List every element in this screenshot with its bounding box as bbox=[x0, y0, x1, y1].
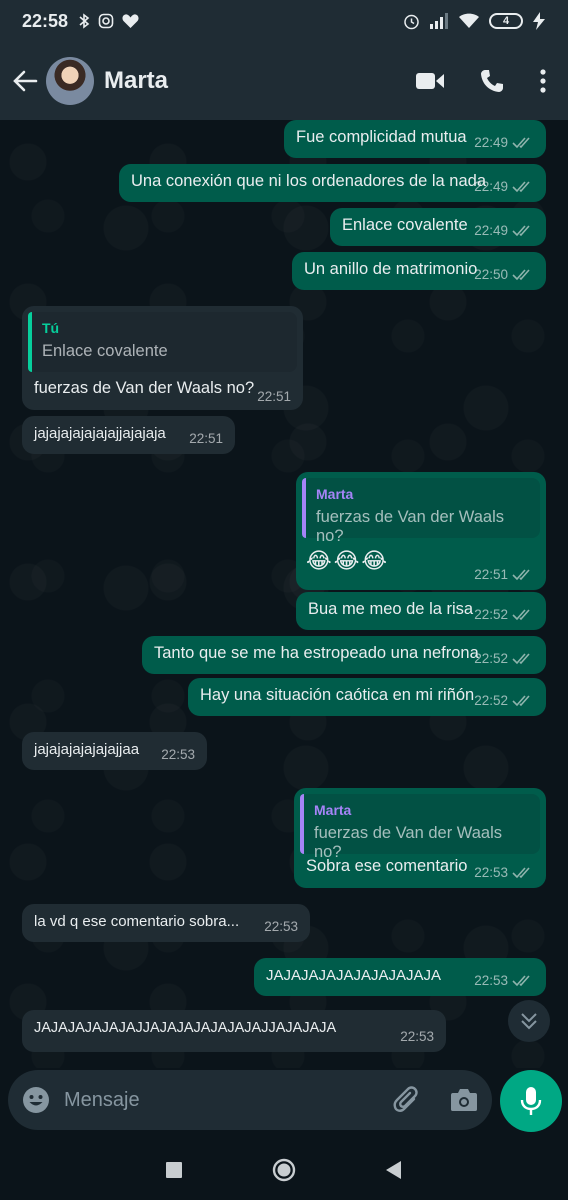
message-composer[interactable]: Mensaje bbox=[8, 1070, 492, 1130]
alarm-icon bbox=[404, 14, 419, 29]
charging-icon bbox=[533, 12, 545, 30]
quote-author: Marta bbox=[316, 486, 354, 502]
message-emoji: 😂😂😂 bbox=[306, 548, 390, 573]
read-ticks-icon bbox=[512, 608, 530, 620]
bluetooth-icon bbox=[79, 13, 90, 29]
message-bubble-incoming[interactable]: JAJAJAJAJAJAJJAJAJAJAJAJAJAJJAJAJAJA 22:… bbox=[22, 1010, 446, 1052]
message-text: jajajajajajajajjaa bbox=[34, 741, 140, 758]
message-time: 22:49 bbox=[474, 135, 508, 150]
quote-author: Tú bbox=[42, 320, 60, 336]
system-navigation-bar bbox=[0, 1140, 568, 1200]
message-bubble-outgoing[interactable]: Hay una situación caótica en mi riñón 22… bbox=[188, 678, 546, 716]
message-bubble-incoming[interactable]: jajajajajajajajjajajaja 22:51 bbox=[22, 416, 235, 454]
read-ticks-icon bbox=[512, 974, 530, 986]
quote-text: Enlace covalente bbox=[42, 342, 168, 360]
read-ticks-icon bbox=[512, 268, 530, 280]
message-text: Un anillo de matrimonio bbox=[304, 260, 478, 278]
message-bubble-outgoing[interactable]: Marta fuerzas de Van der Waals no? Sobra… bbox=[294, 788, 546, 888]
more-options-icon[interactable] bbox=[540, 69, 546, 93]
attach-icon[interactable] bbox=[392, 1085, 420, 1115]
message-bubble-incoming[interactable]: Tú Enlace covalente fuerzas de Van der W… bbox=[22, 306, 303, 410]
message-time: 22:49 bbox=[474, 223, 508, 238]
message-bubble-outgoing[interactable]: Enlace covalente 22:49 bbox=[330, 208, 546, 246]
message-bubble-outgoing[interactable]: Un anillo de matrimonio 22:50 bbox=[292, 252, 546, 290]
message-text: JAJAJAJAJAJAJAJAJAJA bbox=[266, 967, 442, 984]
message-bubble-incoming[interactable]: jajajajajajajajjaa 22:53 bbox=[22, 732, 207, 770]
message-time: 22:53 bbox=[474, 973, 508, 988]
read-ticks-icon bbox=[512, 694, 530, 706]
voice-message-button[interactable] bbox=[500, 1070, 562, 1132]
message-bubble-outgoing[interactable]: Una conexión que ni los ordenadores de l… bbox=[119, 164, 546, 202]
message-bubble-outgoing[interactable]: Marta fuerzas de Van der Waals no? 😂😂😂 2… bbox=[296, 472, 546, 590]
message-input[interactable]: Mensaje bbox=[64, 1089, 140, 1112]
battery-indicator: 4 bbox=[489, 13, 523, 29]
message-text: Tanto que se me ha estropeado una nefron… bbox=[154, 644, 479, 662]
quoted-message[interactable]: Marta fuerzas de Van der Waals no? bbox=[300, 794, 540, 861]
quoted-message[interactable]: Tú Enlace covalente bbox=[28, 312, 297, 372]
message-text: la vd q ese comentario sobra... bbox=[34, 913, 240, 930]
message-text: JAJAJAJAJAJAJJAJAJAJAJAJAJAJJAJAJAJA bbox=[34, 1020, 337, 1036]
instagram-icon bbox=[98, 13, 114, 29]
signal-icon bbox=[430, 13, 448, 29]
message-text: Enlace covalente bbox=[342, 216, 468, 234]
wifi-icon bbox=[459, 13, 479, 28]
message-time: 22:53 bbox=[474, 865, 508, 880]
back-arrow-icon[interactable] bbox=[12, 68, 38, 94]
message-text: Una conexión que ni los ordenadores de l… bbox=[131, 172, 487, 190]
back-icon[interactable] bbox=[386, 1161, 402, 1179]
message-time: 22:49 bbox=[474, 179, 508, 194]
message-bubble-outgoing[interactable]: JAJAJAJAJAJAJAJAJAJA 22:53 bbox=[254, 958, 546, 996]
microphone-icon bbox=[520, 1087, 542, 1115]
message-text: Hay una situación caótica en mi riñón bbox=[200, 686, 475, 704]
heart-icon bbox=[122, 14, 139, 28]
message-time: 22:53 bbox=[400, 1029, 434, 1044]
read-ticks-icon bbox=[512, 136, 530, 148]
video-call-icon[interactable] bbox=[416, 71, 444, 91]
quote-author: Marta bbox=[314, 802, 352, 818]
message-time: 22:50 bbox=[474, 267, 508, 282]
message-time: 22:53 bbox=[264, 919, 298, 934]
contact-name[interactable]: Marta bbox=[104, 67, 168, 95]
read-ticks-icon bbox=[512, 224, 530, 236]
message-bubble-outgoing[interactable]: Fue complicidad mutua 22:49 bbox=[284, 120, 546, 158]
double-chevron-down-icon bbox=[521, 1013, 537, 1030]
message-text: Sobra ese comentario bbox=[306, 857, 468, 875]
quoted-message[interactable]: Marta fuerzas de Van der Waals no? bbox=[302, 478, 540, 545]
message-text: fuerzas de Van der Waals no? bbox=[34, 379, 255, 397]
read-ticks-icon bbox=[512, 652, 530, 664]
message-time: 22:52 bbox=[474, 607, 508, 622]
camera-icon[interactable] bbox=[450, 1088, 478, 1112]
message-time: 22:53 bbox=[161, 747, 195, 762]
message-time: 22:52 bbox=[474, 651, 508, 666]
chat-header: Marta bbox=[0, 42, 568, 120]
read-ticks-icon bbox=[512, 180, 530, 192]
message-bubble-incoming[interactable]: la vd q ese comentario sobra... 22:53 bbox=[22, 904, 310, 942]
message-text: Fue complicidad mutua bbox=[296, 128, 467, 146]
recents-icon[interactable] bbox=[166, 1162, 182, 1178]
message-text: jajajajajajajajjajajaja bbox=[34, 425, 166, 442]
message-time: 22:51 bbox=[189, 431, 223, 446]
contact-avatar[interactable] bbox=[46, 57, 94, 105]
message-time: 22:52 bbox=[474, 693, 508, 708]
message-time: 22:51 bbox=[257, 389, 291, 404]
quote-text: fuerzas de Van der Waals no? bbox=[316, 508, 505, 545]
status-bar: 22:58 4 bbox=[0, 0, 568, 42]
read-ticks-icon bbox=[512, 866, 530, 878]
message-bubble-outgoing[interactable]: Tanto que se me ha estropeado una nefron… bbox=[142, 636, 546, 674]
emoji-icon[interactable] bbox=[22, 1086, 50, 1114]
scroll-to-bottom-button[interactable] bbox=[508, 1000, 550, 1042]
chat-area[interactable]: Fue complicidad mutua 22:49 Una conexión… bbox=[0, 120, 568, 1068]
message-bubble-outgoing[interactable]: Bua me meo de la risa 22:52 bbox=[296, 592, 546, 630]
status-time: 22:58 bbox=[22, 10, 69, 31]
message-text: Bua me meo de la risa bbox=[308, 600, 474, 618]
voice-call-icon[interactable] bbox=[480, 69, 504, 93]
message-time: 22:51 bbox=[474, 567, 508, 582]
home-icon[interactable] bbox=[272, 1158, 296, 1182]
read-ticks-icon bbox=[512, 568, 530, 580]
